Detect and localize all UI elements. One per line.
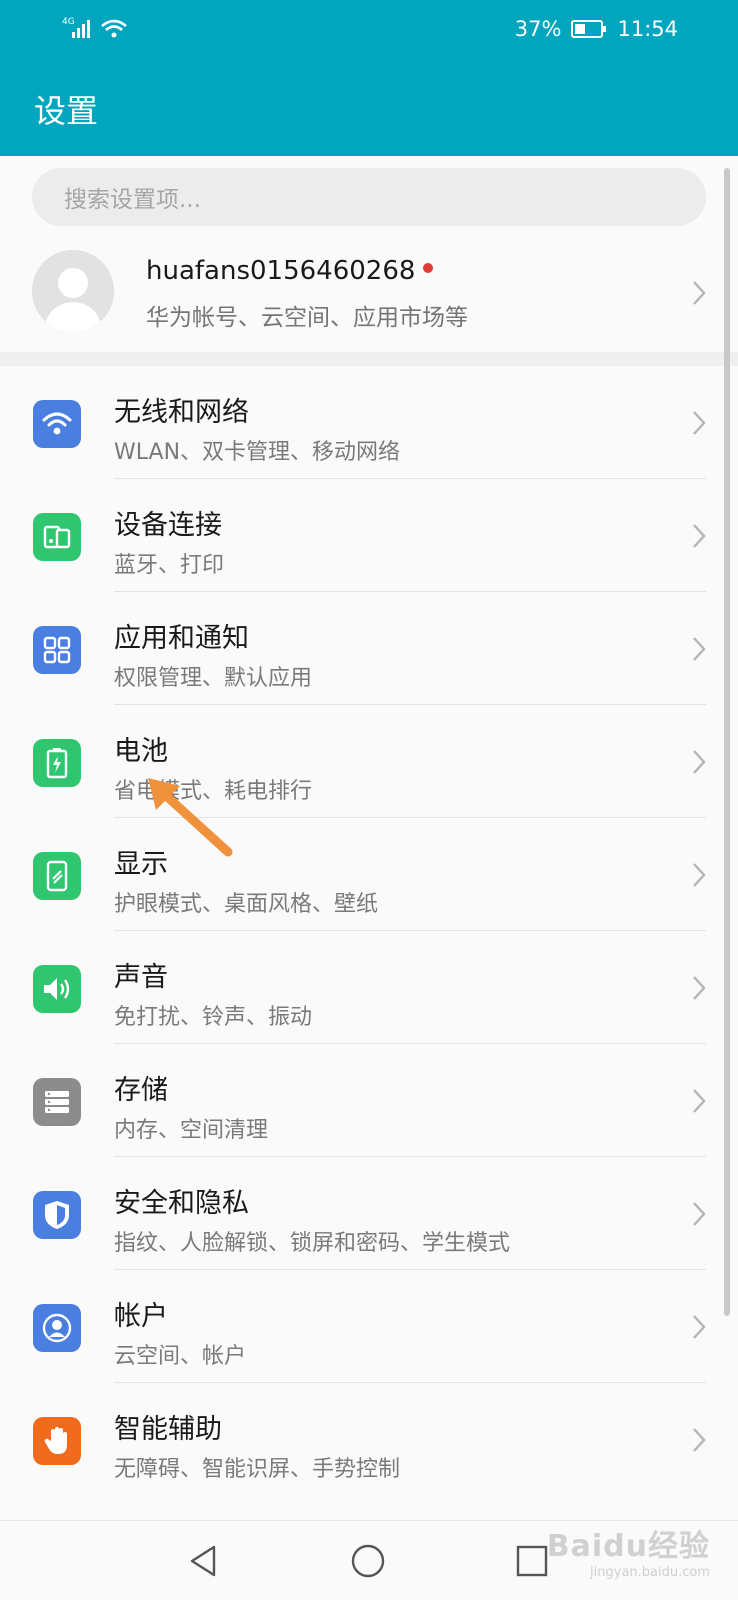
shield-icon (33, 1191, 81, 1239)
list-item-apps-notifications[interactable]: 应用和通知 权限管理、默认应用 (0, 592, 738, 705)
avatar-person-icon (32, 250, 114, 332)
list-item-smart-assistance[interactable]: 智能辅助 无障碍、智能识屏、手势控制 (0, 1383, 738, 1496)
chevron-right-icon (693, 1202, 706, 1226)
item-subtitle: 权限管理、默认应用 (114, 666, 313, 691)
home-button[interactable] (348, 1541, 388, 1581)
account-name: huafans0156460268 (146, 256, 434, 286)
device-connect-icon (33, 513, 81, 561)
item-subtitle: 免打扰、铃声、振动 (114, 1005, 313, 1030)
watermark: Baidu经验 jingyan.baidu.com (547, 1521, 710, 1580)
chevron-right-icon (693, 976, 706, 1000)
list-item-security-privacy[interactable]: 安全和隐私 指纹、人脸解锁、锁屏和密码、学生模式 (0, 1157, 738, 1270)
list-item-storage[interactable]: 存储 内存、空间清理 (0, 1044, 738, 1157)
item-subtitle: 护眼模式、桌面风格、壁纸 (114, 892, 379, 917)
item-title: 无线和网络 (114, 397, 249, 428)
apps-grid-icon (33, 626, 81, 674)
account-subtitle: 华为帐号、云空间、应用市场等 (146, 305, 468, 331)
section-divider (0, 352, 738, 366)
chevron-right-icon (693, 281, 706, 305)
item-title: 存储 (114, 1075, 168, 1106)
chevron-right-icon (693, 524, 706, 548)
chevron-right-icon (693, 411, 706, 435)
chevron-right-icon (693, 1089, 706, 1113)
list-item-battery[interactable]: 电池 省电模式、耗电排行 (0, 705, 738, 818)
battery-icon (33, 739, 81, 787)
item-title: 安全和隐私 (114, 1188, 249, 1219)
settings-content[interactable]: 搜索设置项... huafans0156460268 华为帐号、云空间、应用市场… (0, 156, 738, 1520)
list-item-wireless-network[interactable]: 无线和网络 WLAN、双卡管理、移动网络 (0, 366, 738, 479)
list-item-device-connection[interactable]: 设备连接 蓝牙、打印 (0, 479, 738, 592)
item-subtitle: WLAN、双卡管理、移动网络 (114, 440, 401, 465)
chevron-right-icon (693, 637, 706, 661)
watermark-url: jingyan.baidu.com (590, 1565, 710, 1580)
system-navigation-bar: Baidu经验 jingyan.baidu.com (0, 1520, 738, 1600)
item-title: 帐户 (114, 1301, 168, 1332)
display-icon (33, 852, 81, 900)
list-item-display[interactable]: 显示 护眼模式、桌面风格、壁纸 (0, 818, 738, 931)
network-type: 4G (62, 17, 75, 27)
settings-list: 无线和网络 WLAN、双卡管理、移动网络 设备连接 蓝牙、打印 应用和通知 权限… (0, 366, 738, 1496)
account-name-text: huafans0156460268 (146, 256, 416, 286)
speaker-icon (33, 965, 81, 1013)
account-row[interactable]: huafans0156460268 华为帐号、云空间、应用市场等 (0, 236, 738, 352)
scrollbar[interactable] (724, 168, 730, 1316)
search-placeholder: 搜索设置项... (64, 187, 201, 213)
chevron-right-icon (693, 1428, 706, 1452)
chevron-right-icon (693, 863, 706, 887)
item-title: 显示 (114, 849, 168, 880)
hand-icon (33, 1417, 81, 1465)
search-input[interactable]: 搜索设置项... (32, 168, 706, 226)
watermark-logo: Baidu经验 (546, 1529, 710, 1564)
clock: 11:54 (617, 17, 678, 41)
item-subtitle: 指纹、人脸解锁、锁屏和密码、学生模式 (114, 1231, 511, 1256)
chevron-right-icon (693, 750, 706, 774)
battery-status-icon (571, 20, 607, 38)
item-title: 声音 (114, 962, 168, 993)
back-button[interactable] (184, 1541, 224, 1581)
item-subtitle: 云空间、帐户 (114, 1344, 247, 1369)
notification-dot (423, 262, 434, 273)
app-header: 4G 37% 11:54 设置 (0, 0, 738, 156)
signal-wifi-indicators: 4G (62, 16, 132, 42)
status-right: 37% 11:54 (515, 16, 678, 42)
avatar (32, 250, 114, 332)
list-item-sound[interactable]: 声音 免打扰、铃声、振动 (0, 931, 738, 1044)
item-subtitle: 内存、空间清理 (114, 1118, 269, 1143)
item-subtitle: 蓝牙、打印 (114, 553, 225, 578)
item-title: 应用和通知 (114, 623, 249, 654)
wifi-icon (33, 400, 81, 448)
battery-percent: 37% (514, 17, 562, 41)
item-subtitle: 省电模式、耗电排行 (114, 779, 313, 804)
item-subtitle: 无障碍、智能识屏、手势控制 (114, 1457, 401, 1482)
item-title: 电池 (114, 736, 168, 767)
storage-icon (33, 1078, 81, 1126)
chevron-right-icon (693, 1315, 706, 1339)
list-item-accounts[interactable]: 帐户 云空间、帐户 (0, 1270, 738, 1383)
cellular-signal-icon: 4G (62, 17, 127, 38)
item-title: 设备连接 (114, 510, 222, 541)
item-title: 智能辅助 (114, 1414, 222, 1445)
account-icon (33, 1304, 81, 1352)
status-bar: 4G 37% 11:54 (0, 0, 738, 58)
page-title: 设置 (34, 92, 99, 130)
